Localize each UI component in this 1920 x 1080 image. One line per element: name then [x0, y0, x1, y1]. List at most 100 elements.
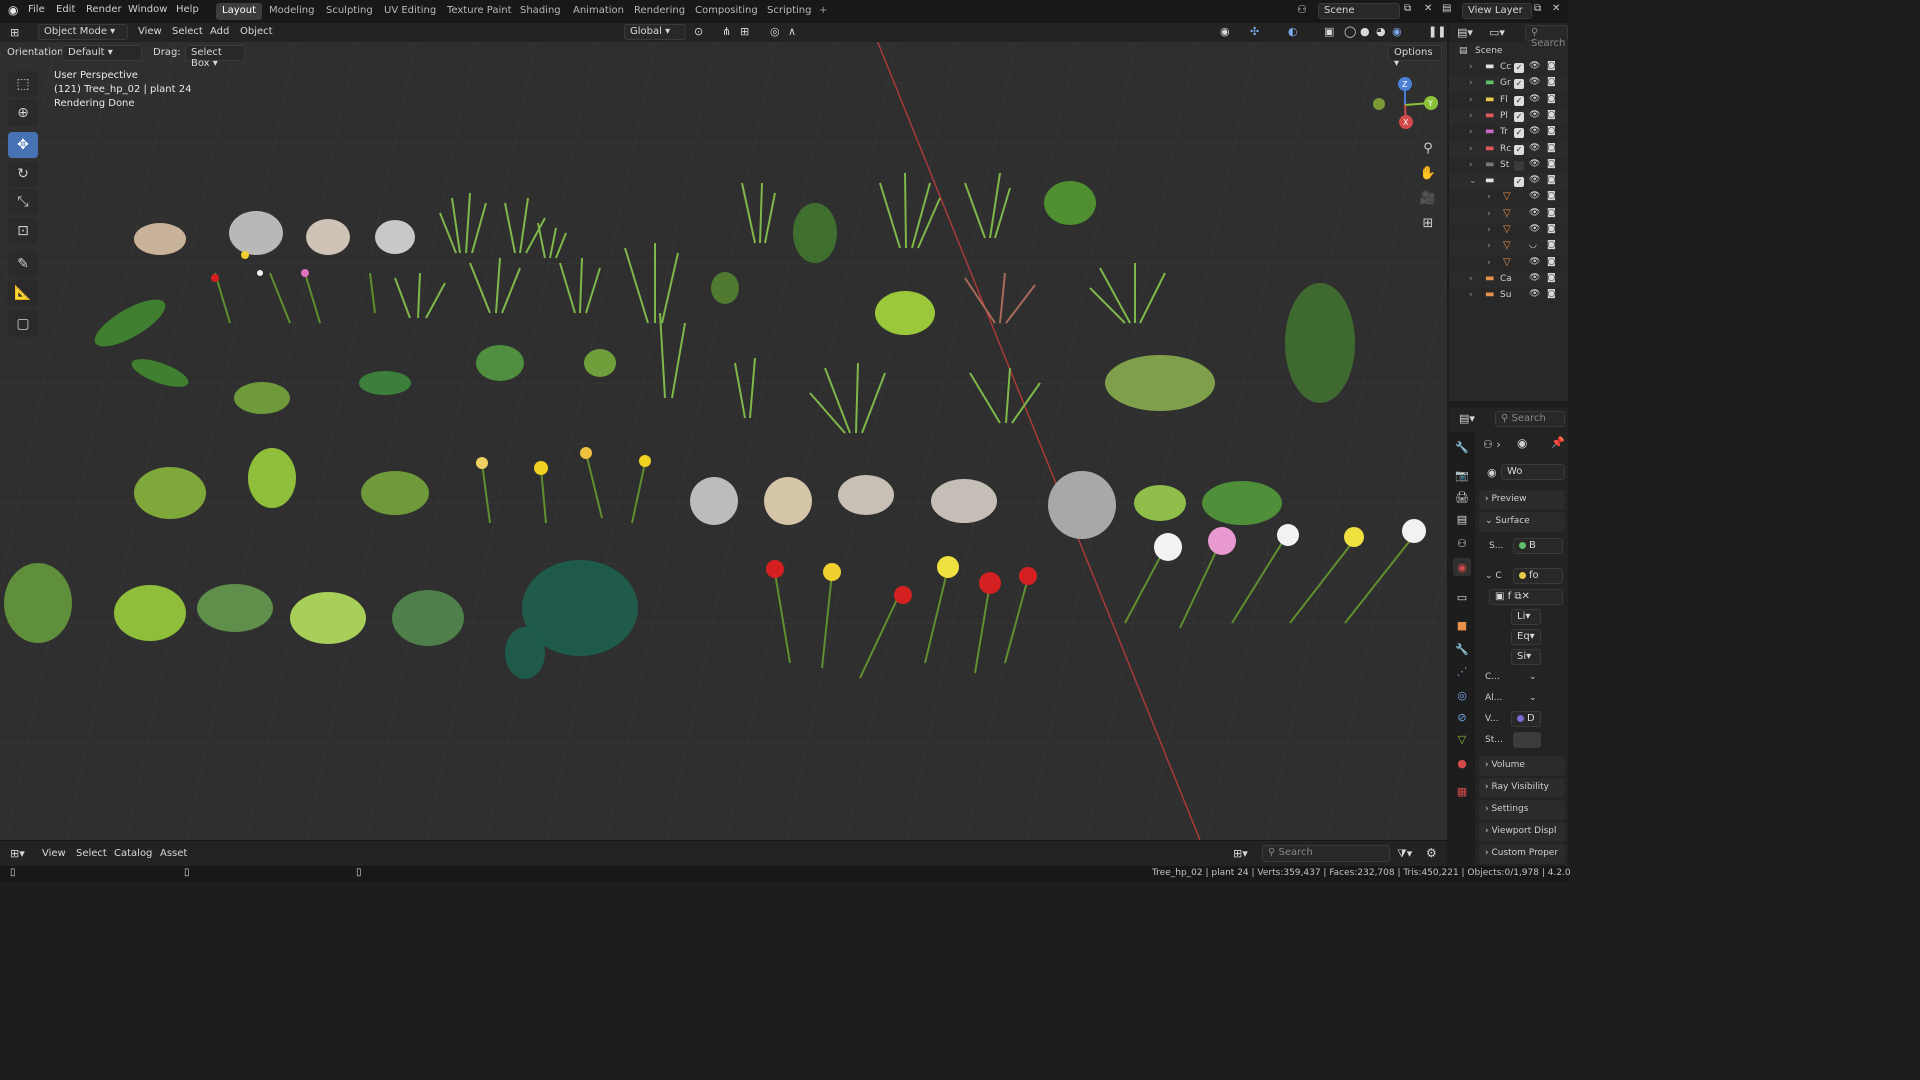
- move-tool[interactable]: ✥: [8, 132, 38, 158]
- outliner-item[interactable]: › ▬ Gr ✓ 👁 ◙: [1449, 76, 1568, 93]
- expand-chevron-icon[interactable]: ›: [1487, 241, 1491, 251]
- tab-uv-editing[interactable]: UV Editing: [378, 3, 442, 20]
- expand-chevron-icon[interactable]: ›: [1469, 274, 1473, 284]
- render-visibility-icon[interactable]: ◙: [1547, 143, 1556, 153]
- wireframe-shading-icon[interactable]: ◯: [1344, 25, 1356, 38]
- tab-rendering[interactable]: Rendering: [628, 3, 691, 20]
- view-layer-tab-icon[interactable]: ▤: [1453, 510, 1471, 528]
- panel-settings[interactable]: › Settings: [1479, 800, 1565, 820]
- menu-edit[interactable]: Edit: [56, 4, 75, 15]
- eye-icon[interactable]: 👁: [1529, 208, 1540, 218]
- rock[interactable]: [375, 220, 415, 254]
- vector-field[interactable]: D: [1511, 711, 1541, 727]
- new-view-layer-icon[interactable]: ⧉: [1534, 3, 1541, 14]
- expand-chevron-icon[interactable]: ›: [1469, 290, 1473, 300]
- asset-menu-asset[interactable]: Asset: [160, 848, 187, 859]
- perspective-toggle-icon[interactable]: ⊞: [1417, 212, 1439, 234]
- falloff-icon[interactable]: ∧: [788, 25, 796, 38]
- outliner-item[interactable]: › ▬ Pl ✓ 👁 ◙: [1449, 108, 1568, 125]
- rock[interactable]: [1048, 471, 1116, 539]
- exclude-checkbox[interactable]: ✓: [1514, 79, 1524, 90]
- mode-selector[interactable]: Object Mode ▾: [38, 24, 128, 40]
- eye-icon[interactable]: 👁: [1529, 126, 1540, 136]
- render-visibility-icon[interactable]: ◙: [1547, 273, 1556, 283]
- output-tab-icon[interactable]: 🖨: [1453, 488, 1471, 506]
- render-visibility-icon[interactable]: ◙: [1547, 159, 1556, 169]
- eye-icon[interactable]: 👁: [1529, 191, 1540, 201]
- expand-chevron-icon[interactable]: ›: [1469, 95, 1473, 105]
- world-browse-icon[interactable]: ◉: [1487, 466, 1497, 479]
- image-texture-field[interactable]: ▣ f ⧉✕: [1489, 589, 1563, 605]
- outliner-scrollbar[interactable]: [1449, 401, 1568, 406]
- world-name-field[interactable]: Wo: [1501, 464, 1565, 480]
- eye-icon[interactable]: 👁: [1529, 257, 1540, 267]
- render-visibility-icon[interactable]: ◙: [1547, 175, 1556, 185]
- panel-custom-properties[interactable]: › Custom Proper: [1479, 844, 1565, 864]
- modifier-tab-icon[interactable]: 🔧: [1453, 640, 1471, 658]
- eye-icon[interactable]: 👁: [1529, 77, 1540, 87]
- asset-menu-view[interactable]: View: [42, 848, 66, 859]
- material-tab-icon[interactable]: ●: [1453, 754, 1471, 772]
- menu-help[interactable]: Help: [176, 4, 199, 15]
- particles-tab-icon[interactable]: ⋰: [1453, 662, 1471, 680]
- menu-add[interactable]: Add: [210, 26, 229, 37]
- view-layer-field[interactable]: View Layer: [1462, 3, 1532, 19]
- scene-field[interactable]: Scene: [1318, 3, 1400, 19]
- rock[interactable]: [229, 211, 283, 255]
- pin-icon[interactable]: 📌: [1551, 436, 1565, 449]
- strength-field[interactable]: [1513, 732, 1541, 748]
- menu-select[interactable]: Select: [172, 26, 203, 37]
- rock[interactable]: [306, 219, 350, 255]
- object-tab-icon[interactable]: ■: [1453, 616, 1471, 634]
- view-layer-icon[interactable]: ▤: [1442, 3, 1451, 14]
- visibility-icon[interactable]: ◉: [1220, 25, 1230, 38]
- exclude-checkbox[interactable]: ✓: [1514, 144, 1524, 155]
- panel-ray-visibility[interactable]: › Ray Visibility: [1479, 778, 1565, 798]
- pivot-point-icon[interactable]: ⊙: [694, 25, 703, 38]
- outliner-item[interactable]: › ▽ ◡ ◙: [1449, 239, 1568, 256]
- constraints-tab-icon[interactable]: ⊘: [1453, 708, 1471, 726]
- eye-icon[interactable]: 👁: [1529, 143, 1540, 153]
- render-tab-icon[interactable]: 📷: [1453, 466, 1471, 484]
- asset-browser-editor-icon[interactable]: ⊞▾: [10, 847, 25, 860]
- expand-chevron-icon[interactable]: ›: [1487, 258, 1491, 268]
- render-visibility-icon[interactable]: ◙: [1547, 126, 1556, 136]
- outliner-item[interactable]: › ▬ Rc ✓ 👁 ◙: [1449, 141, 1568, 158]
- exclude-checkbox[interactable]: ✓: [1514, 95, 1524, 106]
- render-visibility-icon[interactable]: ◙: [1547, 257, 1556, 267]
- rock[interactable]: [838, 475, 894, 515]
- exclude-checkbox[interactable]: [1514, 160, 1524, 171]
- render-visibility-icon[interactable]: ◙: [1547, 240, 1556, 250]
- annotate-tool[interactable]: ✎: [8, 251, 38, 277]
- camera-view-icon[interactable]: 🎥: [1417, 187, 1439, 209]
- rock[interactable]: [134, 223, 186, 255]
- outliner-item[interactable]: › ▬ Cc ✓ 👁 ◙: [1449, 60, 1568, 76]
- asset-menu-select[interactable]: Select: [76, 848, 107, 859]
- render-visibility-icon[interactable]: ◙: [1547, 61, 1556, 71]
- projection-dropdown[interactable]: Eq▾: [1511, 629, 1541, 645]
- tab-sculpting[interactable]: Sculpting: [320, 3, 379, 20]
- menu-object[interactable]: Object: [240, 26, 273, 37]
- proportional-edit-icon[interactable]: ◎: [770, 25, 780, 38]
- overlays-icon[interactable]: ◐: [1288, 25, 1298, 38]
- tab-modeling[interactable]: Modeling: [263, 3, 321, 20]
- expand-chevron-icon[interactable]: ›: [1469, 78, 1473, 88]
- new-scene-icon[interactable]: ⧉: [1404, 3, 1411, 14]
- tool-tab-icon[interactable]: 🔧: [1453, 438, 1471, 456]
- render-visibility-icon[interactable]: ◙: [1547, 289, 1556, 299]
- delete-scene-icon[interactable]: ✕: [1424, 3, 1432, 14]
- tab-layout[interactable]: Layout: [216, 3, 262, 20]
- outliner-item[interactable]: ⌄ ▬ ✓ 👁 ◙: [1449, 174, 1568, 191]
- eye-icon[interactable]: 👁: [1529, 224, 1540, 234]
- rock[interactable]: [690, 477, 738, 525]
- pan-hand-icon[interactable]: ✋: [1417, 162, 1439, 184]
- outliner-item[interactable]: › ▽ 👁 ◙: [1449, 256, 1568, 272]
- color-input-field[interactable]: fo: [1513, 568, 1563, 584]
- render-visibility-icon[interactable]: ◙: [1547, 208, 1556, 218]
- exclude-checkbox[interactable]: ✓: [1514, 63, 1524, 73]
- eye-icon[interactable]: 👁: [1529, 94, 1540, 104]
- expand-chevron-icon[interactable]: ›: [1487, 192, 1491, 202]
- snap-icon[interactable]: ⋔: [722, 25, 731, 38]
- cursor-tool[interactable]: ⊕: [8, 100, 38, 126]
- tab-texture-paint[interactable]: Texture Paint: [441, 3, 518, 20]
